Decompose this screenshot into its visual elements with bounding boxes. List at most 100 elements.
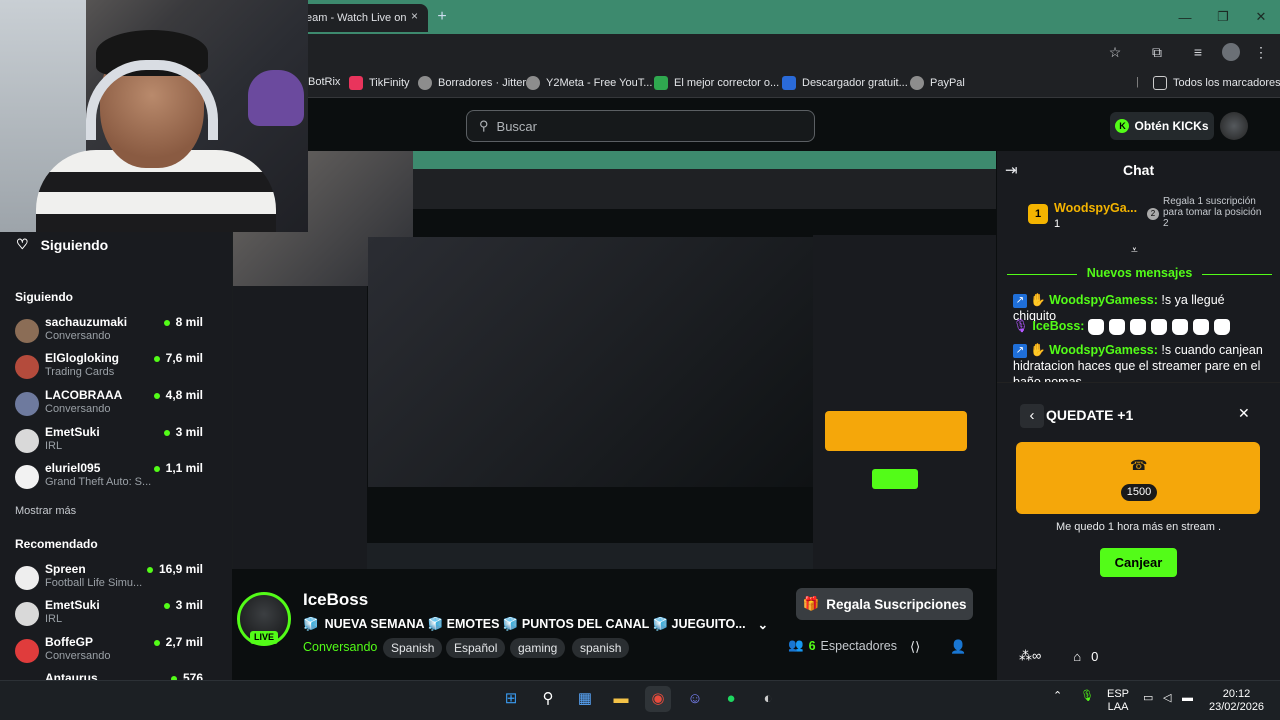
store-icon[interactable]: ▦ — [572, 686, 598, 712]
channel-points-icon[interactable]: ⁂∞ — [1019, 648, 1041, 664]
spotify-icon[interactable]: ● — [718, 686, 744, 712]
sidebar-channel-emetsuki-rec[interactable]: EmetSuki IRL 3 mil — [15, 598, 205, 632]
globe-icon — [418, 76, 432, 90]
collapse-chat-icon[interactable]: ⇥ — [1005, 161, 1018, 179]
bookmark-descargador[interactable]: Descargador gratuit... — [782, 76, 908, 90]
sidebar-channel-lacobraaa[interactable]: LACOBRAAA Conversando 4,8 mil — [15, 388, 205, 422]
sidebar-channel-boffegp[interactable]: BoffeGP Conversando 2,7 mil — [15, 635, 205, 669]
clock[interactable]: 20:12 23/02/2026 — [1209, 688, 1264, 714]
tag-spanish-lower[interactable]: spanish — [572, 638, 630, 658]
expand-pinned-icon[interactable]: ⩡ — [1131, 243, 1138, 258]
mic-badge-icon: 🎙 — [1013, 319, 1029, 333]
sidebar-channel-emetsuki[interactable]: EmetSuki IRL 3 mil — [15, 425, 205, 459]
streamer-name[interactable]: IceBoss — [303, 590, 368, 610]
boost-badge-icon: ↗ — [1013, 293, 1027, 308]
new-tab-button[interactable]: + — [432, 8, 452, 28]
avatar — [15, 639, 39, 663]
video-sidebar — [233, 286, 367, 569]
reward-card — [1016, 442, 1260, 514]
get-kicks-button[interactable]: K Obtén KICKs — [1110, 112, 1214, 140]
search-icon[interactable]: ⚲ — [535, 686, 561, 712]
close-window-button[interactable]: ✕ — [1242, 0, 1280, 34]
sidebar-channel-antaurus[interactable]: Antaurus 576 — [15, 671, 205, 680]
pinned-user[interactable]: WoodspyGa... — [1054, 201, 1137, 215]
gift-subs-button[interactable]: 🎁 Regala Suscripciones — [796, 588, 973, 620]
menu-icon[interactable]: ⋮ — [1251, 42, 1271, 62]
bookmark-botrix[interactable]: BotRix — [308, 76, 340, 88]
battery-icon[interactable]: ▬ — [1182, 692, 1193, 705]
follow-user-icon[interactable]: 👤 — [950, 639, 966, 655]
share-icon[interactable]: ⟨⟩ — [910, 639, 920, 655]
folder-icon — [1153, 76, 1167, 90]
all-bookmarks[interactable]: Todos los marcadores — [1153, 76, 1280, 90]
avatar — [15, 566, 39, 590]
chat-message: ↗ ✋ WoodspyGamess: !s cuando canjean hidr… — [1013, 343, 1263, 382]
chat-footer: ⁂∞ ⌂ 0 — [1019, 648, 1098, 664]
live-badge: LIVE — [250, 631, 278, 644]
boost-badge-icon: ↗ — [1013, 343, 1027, 358]
sidebar-channel-spreen[interactable]: Spreen Football Life Simu... 16,9 mil — [15, 562, 205, 596]
redeem-button[interactable]: Canjear — [1100, 548, 1177, 577]
windows-start-icon[interactable]: ⊞ — [498, 686, 524, 712]
bookmark-corrector[interactable]: El mejor corrector o... — [654, 76, 779, 90]
app-icon[interactable]: ◐ — [755, 686, 781, 712]
kick-logo-icon: K — [1115, 119, 1130, 133]
profile-avatar[interactable] — [1222, 43, 1242, 63]
video-chat — [813, 235, 996, 569]
language-indicator[interactable]: ESP LAA — [1107, 688, 1129, 714]
discord-icon[interactable]: ☺ — [682, 686, 708, 712]
bookmark-tikfinity[interactable]: TikFinity — [349, 76, 410, 90]
chevron-down-icon[interactable]: ⌄ — [758, 617, 768, 632]
tikfinity-icon — [349, 76, 363, 90]
user-avatar[interactable] — [1220, 112, 1248, 140]
tag-espanol[interactable]: Español — [446, 638, 506, 658]
search-input[interactable]: ⚲ Buscar — [466, 110, 815, 142]
bookmark-y2meta[interactable]: Y2Meta - Free YouT... — [526, 76, 652, 90]
gift-box-icon[interactable]: ⌂ — [1073, 649, 1081, 664]
bookmark-paypal[interactable]: PayPal — [910, 76, 965, 90]
back-arrow-icon[interactable]: ‹ — [1020, 404, 1044, 428]
bookmark-jitter[interactable]: Borradores · Jitter — [418, 76, 526, 90]
stream-video[interactable] — [232, 151, 996, 569]
restore-button[interactable]: ❐ — [1204, 0, 1242, 34]
tray-chevron-icon[interactable]: ⌃ — [1053, 690, 1062, 703]
tab-close-icon[interactable]: × — [411, 9, 418, 23]
new-messages-divider: Nuevos mensajes — [1007, 266, 1272, 280]
volume-icon[interactable]: ◁ — [1163, 692, 1171, 705]
reward-gift-icon: ☎ — [1130, 457, 1148, 473]
reward-description: Me quedo 1 hora más en stream . — [1055, 521, 1222, 533]
reward-cost: 1500 — [1121, 484, 1157, 501]
close-icon[interactable]: ✕ — [1238, 405, 1250, 422]
search-placeholder: Buscar — [496, 118, 537, 134]
network-icon[interactable]: ▭ — [1143, 692, 1153, 705]
chrome-icon[interactable]: ◉ — [645, 686, 671, 712]
browser-tab[interactable]: eam - Watch Live on × — [300, 4, 428, 32]
webcam-overlay — [0, 0, 308, 232]
microphone-icon[interactable]: 🎙 — [1080, 690, 1094, 703]
sidebar-channel-elglogloking[interactable]: ElGlogloking Trading Cards 7,6 mil — [15, 351, 205, 385]
tag-spanish[interactable]: Spanish — [383, 638, 443, 658]
show-more-link[interactable]: Mostrar más — [15, 505, 76, 517]
tag-gaming[interactable]: gaming — [510, 638, 566, 658]
sidebar-channel-sachauzumaki[interactable]: sachauzumaki Conversando 8 mil — [15, 315, 205, 349]
viewer-count: 👥 6 Espectadores — [788, 638, 897, 653]
sidebar-channel-eluriel095[interactable]: eluriel095 Grand Theft Auto: S... 1,1 mi… — [15, 461, 205, 495]
stream-title: 🧊 NUEVA SEMANA 🧊 EMOTES 🧊 PUNTOS DEL CAN… — [303, 617, 769, 632]
minimize-button[interactable]: — — [1166, 0, 1204, 34]
following-section-title: Siguiendo — [15, 290, 73, 304]
video-inner-stream — [368, 237, 813, 487]
sidebar-following-header[interactable]: ♡ Siguiendo — [16, 236, 108, 253]
file-explorer-icon[interactable]: ▬ — [608, 686, 634, 712]
video-reward-card — [825, 411, 967, 451]
pinned-text: Regala 1 suscripción para tomar la posic… — [1163, 196, 1262, 229]
avatar — [15, 392, 39, 416]
video-redeem-button — [872, 469, 918, 489]
search-icon: ⚲ — [479, 118, 489, 133]
extensions-icon[interactable]: ⧉ — [1147, 42, 1167, 62]
rank-2-icon: 2 — [1147, 208, 1159, 220]
bookmark-star-icon[interactable]: ☆ — [1105, 42, 1125, 62]
stream-category[interactable]: Conversando — [303, 640, 377, 654]
media-icon[interactable]: ≡ — [1188, 42, 1208, 62]
heart-icon: ♡ — [16, 236, 29, 252]
gift-icon: 🎁 — [802, 596, 820, 611]
